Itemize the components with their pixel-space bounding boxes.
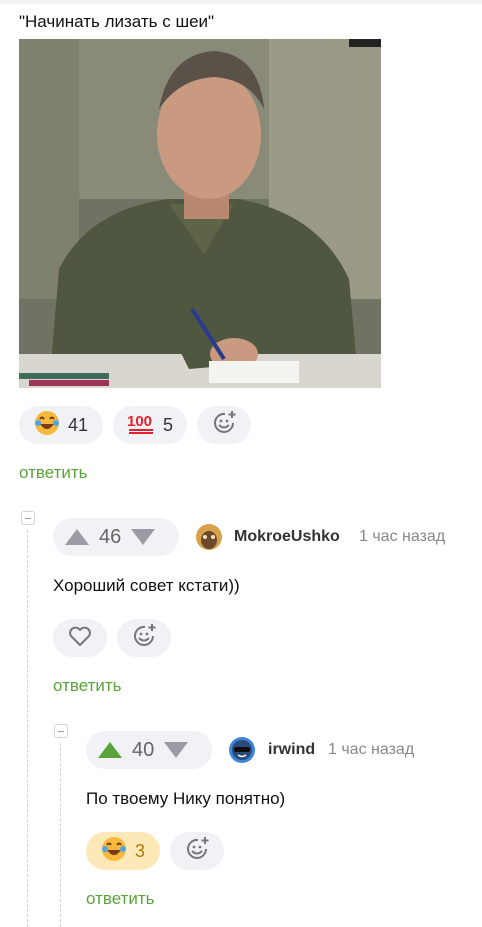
reaction-hundred[interactable]: 100 5 [113, 406, 187, 444]
collapse-thread-button[interactable] [21, 511, 35, 525]
username[interactable]: irwind [268, 741, 315, 759]
thread-line [60, 743, 62, 927]
vote-box: 46 [53, 518, 179, 556]
username[interactable]: MokroeUshko [234, 528, 340, 546]
post-reactions: 41 100 5 [19, 406, 251, 444]
avatar[interactable] [196, 524, 222, 550]
comment-reactions [53, 619, 171, 657]
comment-reply-link[interactable]: ответить [53, 676, 122, 696]
vote-count: 46 [99, 525, 122, 548]
add-reaction-button[interactable] [197, 406, 251, 444]
reaction-count: 3 [134, 840, 145, 861]
add-reaction-button[interactable] [170, 832, 224, 870]
post-reply-link[interactable]: ответить [19, 463, 88, 483]
add-emoji-icon [131, 623, 157, 654]
add-emoji-icon [211, 410, 237, 441]
vote-count: 40 [132, 738, 155, 761]
comment-reactions: 3 [86, 832, 224, 870]
timestamp[interactable]: 1 час назад [328, 741, 414, 759]
comment-text: Хороший совет кстати)) [53, 576, 240, 595]
downvote-icon[interactable] [164, 742, 189, 758]
reaction-laughing[interactable]: 3 [86, 832, 160, 870]
timestamp[interactable]: 1 час назад [359, 528, 445, 546]
upvote-icon[interactable] [65, 529, 89, 545]
heart-icon [67, 624, 93, 653]
post-quote: "Начинать лизать с шеи" [19, 12, 215, 31]
laughing-emoji-icon [34, 410, 60, 441]
comment-text: По твоему Нику понятно) [86, 789, 286, 808]
add-emoji-icon [184, 836, 210, 867]
avatar[interactable] [229, 737, 255, 763]
top-divider [0, 0, 482, 4]
post-image [19, 39, 381, 388]
add-reaction-button[interactable] [117, 619, 171, 657]
reaction-count: 41 [67, 414, 89, 435]
reaction-count: 5 [163, 414, 174, 435]
like-button[interactable] [53, 619, 107, 657]
laughing-emoji-icon [101, 836, 127, 867]
comment-reply-link[interactable]: ответить [86, 889, 155, 909]
vote-box: 40 [86, 731, 212, 769]
hundred-emoji-icon: 100 [127, 411, 155, 440]
thread-line [27, 530, 29, 927]
svg-text:100: 100 [127, 413, 152, 430]
downvote-icon[interactable] [131, 529, 156, 545]
collapse-thread-button[interactable] [54, 724, 68, 738]
reaction-laughing[interactable]: 41 [19, 406, 103, 444]
upvote-icon[interactable] [98, 742, 122, 758]
